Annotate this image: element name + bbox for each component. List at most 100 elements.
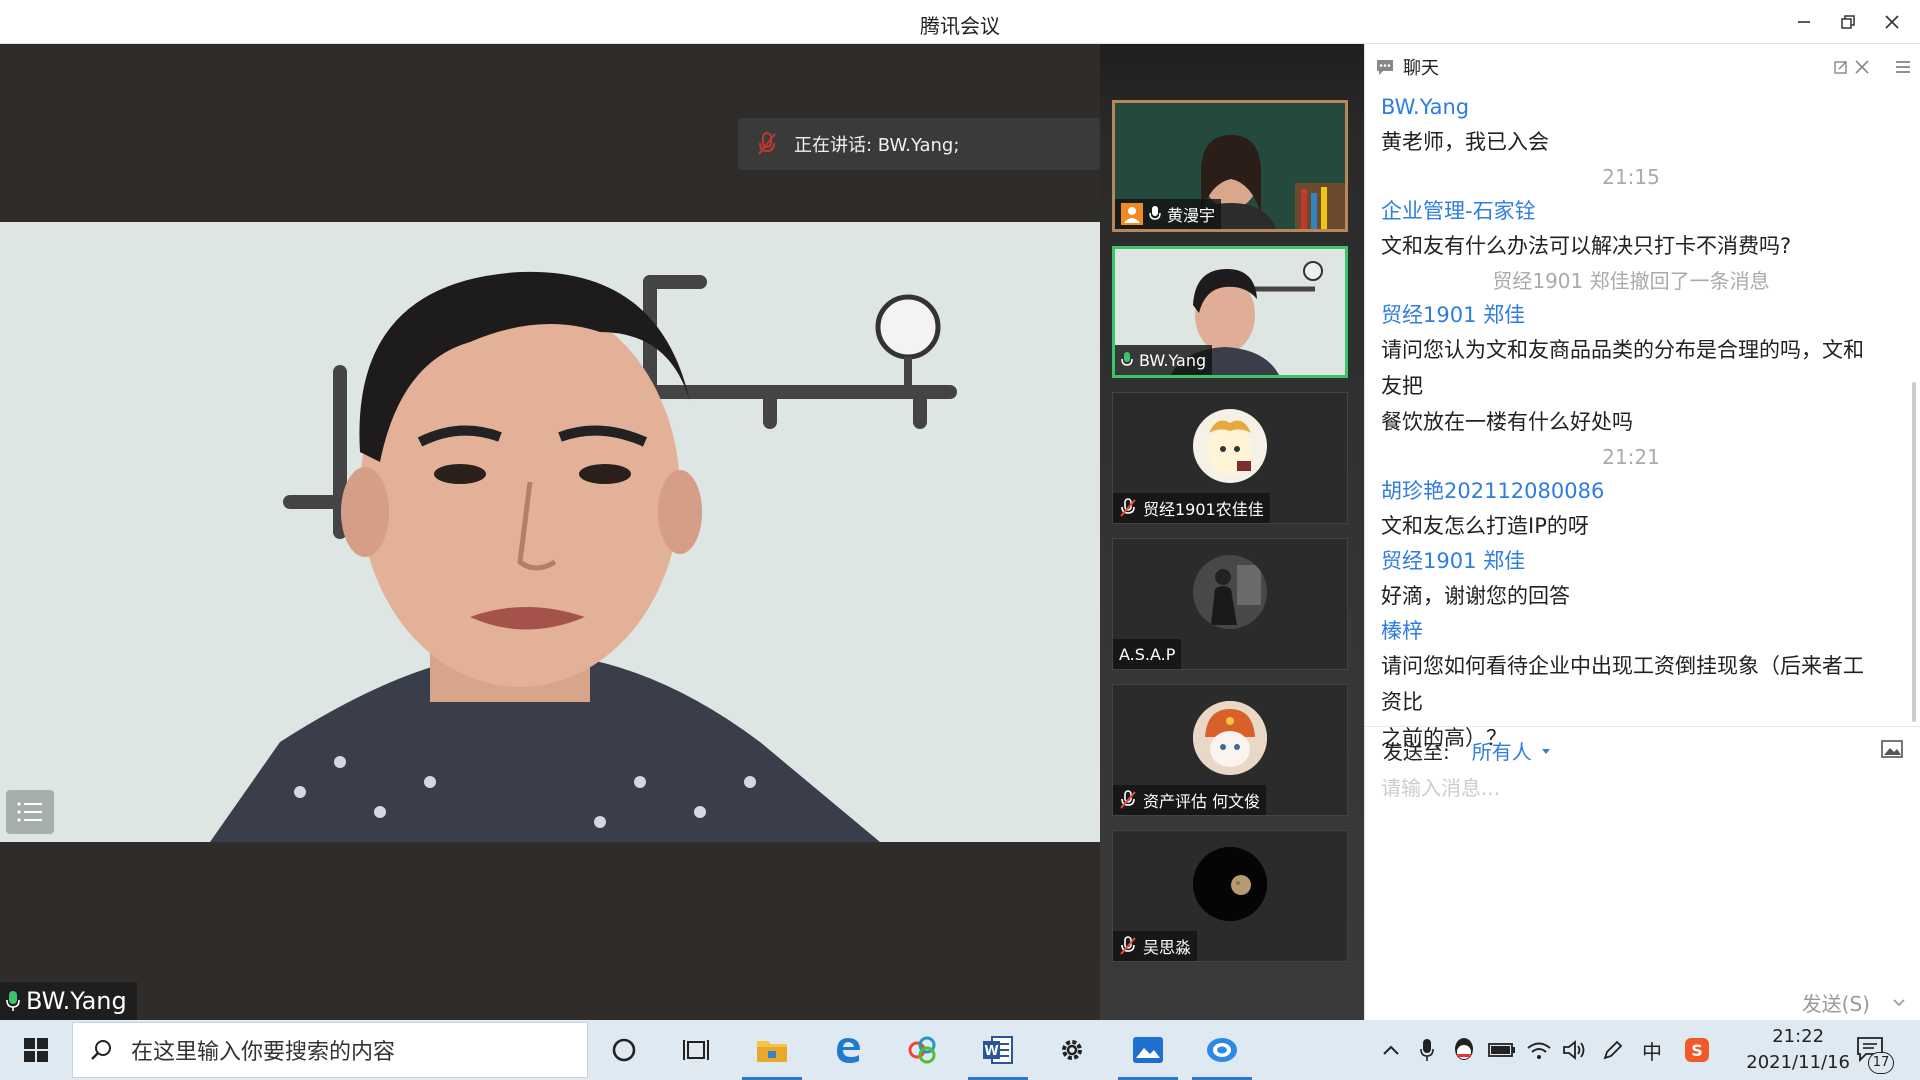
mic-on-icon [6,991,20,1011]
chat-messages: BW.Yang 黄老师，我已入会 21:15 企业管理-石家铨 文和友有什么办法… [1381,90,1881,756]
participant-avatar [1193,847,1267,921]
host-icon [1121,203,1143,225]
search-icon [91,1040,111,1060]
cortana-icon [612,1038,636,1062]
participant-tile[interactable]: BW.Yang [1112,246,1348,378]
message-sender[interactable]: BW.Yang [1381,90,1881,124]
participant-name-bar: A.S.A.P [1113,639,1182,669]
cortana-button[interactable] [604,1030,644,1070]
chat-header: 聊天 [1365,44,1920,90]
participant-strip: 黄漫宇 BW.Yang 贸经1901农佳佳 A.S.A.P 资产评估 何文俊 吴… [1100,44,1364,1020]
title-bar: 腾讯会议 [0,0,1920,44]
participant-tile[interactable]: 吴思淼 [1112,830,1348,962]
tencent-meeting-button[interactable] [1202,1030,1242,1070]
taskbar-search[interactable]: 在这里输入你要搜索的内容 [72,1022,588,1078]
clock-time: 21:22 [1772,1026,1825,1047]
message-sender[interactable]: 胡珍艳202112080086 [1381,474,1881,508]
svg-text:S: S [1691,1041,1703,1060]
close-chat-icon [1855,60,1869,74]
participant-tile[interactable]: 黄漫宇 [1112,100,1348,232]
participant-name-bar: 吴思淼 [1113,931,1198,961]
minimize-icon [1798,21,1810,23]
popout-icon [1834,61,1847,74]
file-explorer-button[interactable] [752,1030,792,1070]
edge-button[interactable] [828,1030,868,1070]
mic-muted-icon [1120,498,1136,517]
message-sender[interactable]: 贸经1901 郑佳 [1381,544,1881,578]
word-button[interactable]: W [978,1030,1018,1070]
word-icon: W [983,1036,1013,1064]
message-text: 请问您如何看待企业中出现工资倒挂现象（后来者工资比 [1381,654,1864,714]
speaking-label: 正在讲话: BW.Yang; [794,135,960,156]
system-message: 贸经1901 郑佳撤回了一条消息 [1492,269,1770,293]
message-sender[interactable]: 贸经1901 郑佳 [1381,298,1881,332]
chat-title: 聊天 [1403,58,1439,79]
task-view-button[interactable] [676,1030,716,1070]
participant-name: BW.Yang [1139,350,1207,370]
volume-icon [1563,1040,1585,1060]
photos-icon [1133,1037,1163,1063]
message-time: 21:15 [1602,165,1660,189]
settings-button[interactable] [1052,1030,1092,1070]
ime-indicator[interactable]: 中 [1642,1036,1662,1065]
mic-muted-icon [758,132,776,155]
message-text: 餐饮放在一楼有什么好处吗 [1381,410,1633,434]
windows-icon [24,1038,48,1062]
wifi-icon [1527,1042,1551,1059]
window-title: 腾讯会议 [920,14,1000,38]
chevron-down-icon [1893,999,1905,1007]
cloud-app-icon [908,1036,936,1064]
baidu-netdisk-button[interactable] [902,1030,942,1070]
participant-name-bar: 资产评估 何文俊 [1113,785,1267,815]
participant-tile[interactable]: 贸经1901农佳佳 [1112,392,1348,524]
search-placeholder: 在这里输入你要搜索的内容 [131,1040,396,1065]
pen-icon [1603,1040,1623,1060]
photos-button[interactable] [1128,1030,1168,1070]
participant-name-bar: BW.Yang [1115,345,1213,375]
chat-icon [1377,60,1393,75]
task-view-icon [683,1040,709,1060]
main-speaker-name: BW.Yang [0,982,137,1020]
start-button[interactable] [16,1030,56,1070]
window-controls [1782,6,1914,38]
main-video [0,222,1100,842]
send-to-label: 发送至: [1383,740,1450,764]
qq-icon [1455,1038,1473,1060]
close-button[interactable] [1870,6,1914,38]
participant-name: 资产评估 何文俊 [1143,792,1261,811]
chat-divider [1365,726,1920,727]
main-speaker-label: BW.Yang [26,987,127,1015]
clock-date: 2021/11/16 [1746,1052,1850,1073]
chat-scrollbar[interactable] [1912,382,1916,722]
chat-panel: 聊天 BW.Yang 黄老师，我已入会 21:15 企业管理-石家铨 文和友有什… [1364,44,1920,1020]
send-to-select[interactable]: 所有人 [1472,736,1532,765]
image-icon [1881,740,1903,758]
member-list-button[interactable] [6,790,54,834]
message-sender[interactable]: 企业管理-石家铨 [1381,194,1881,228]
mic-muted-icon [1120,936,1136,955]
participant-name-bar: 黄漫宇 [1115,199,1222,229]
participant-avatar [1193,701,1267,775]
microphone-icon [1420,1039,1434,1061]
minimize-button[interactable] [1782,6,1826,38]
participant-tile[interactable]: 资产评估 何文俊 [1112,684,1348,816]
message-sender[interactable]: 榛梓 [1381,614,1881,648]
message-text: 请问您认为文和友商品品类的分布是合理的吗，文和友把 [1381,338,1864,398]
send-to-row: 发送至: 所有人 [1383,736,1552,765]
restore-icon [1841,15,1855,29]
chat-input[interactable]: 请输入消息... [1381,772,1500,801]
clock[interactable]: 21:22 2021/11/16 [1746,1024,1850,1076]
participant-avatar [1193,409,1267,483]
list-icon [17,802,42,822]
participant-tile[interactable]: A.S.A.P [1112,538,1348,670]
notification-badge: 17 [1868,1052,1894,1074]
dropdown-icon [1541,748,1550,754]
message-text: 文和友怎么打造IP的呀 [1381,514,1589,538]
chevron-up-icon [1383,1045,1399,1055]
send-button[interactable]: 发送(S) [1802,988,1870,1017]
participant-name-bar: 贸经1901农佳佳 [1113,493,1270,523]
participant-name: 贸经1901农佳佳 [1143,500,1264,519]
edge-icon [837,1038,860,1063]
message-text: 好滴，谢谢您的回答 [1381,584,1570,608]
restore-button[interactable] [1826,6,1870,38]
